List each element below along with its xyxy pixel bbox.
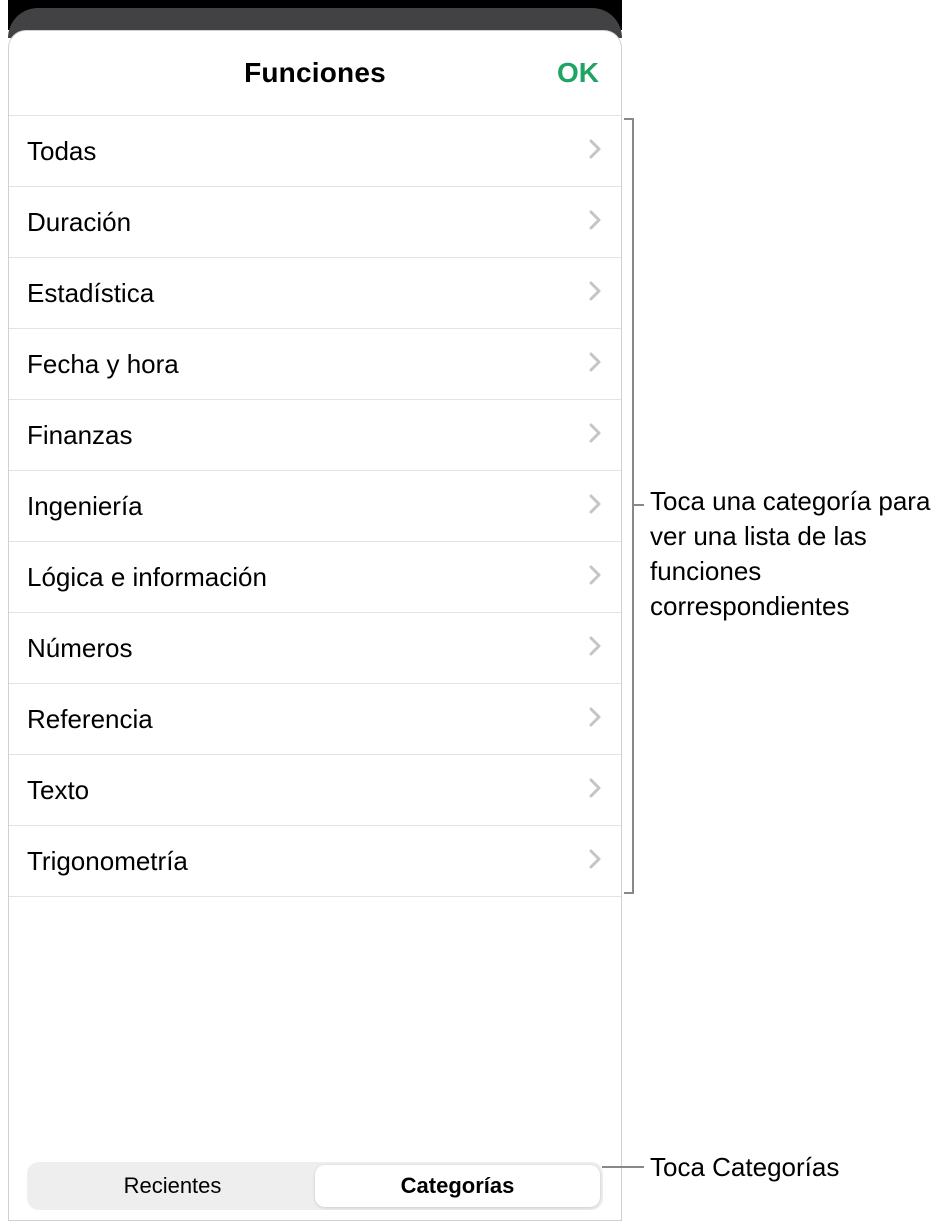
category-row[interactable]: Finanzas — [9, 400, 621, 471]
category-label: Duración — [27, 207, 131, 238]
category-label: Ingeniería — [27, 491, 143, 522]
category-row[interactable]: Todas — [9, 116, 621, 187]
category-row[interactable]: Duración — [9, 187, 621, 258]
panel-title: Funciones — [244, 57, 386, 89]
segmented-control: Recientes Categorías — [27, 1162, 603, 1210]
chevron-right-icon — [589, 636, 603, 660]
functions-panel: Funciones OK Todas Duración Estadística Fec… — [8, 30, 622, 1221]
callout-list: Toca una categoría para ver una lista de… — [650, 484, 940, 624]
chevron-right-icon — [589, 565, 603, 589]
category-label: Referencia — [27, 704, 153, 735]
category-row[interactable]: Estadística — [9, 258, 621, 329]
category-row[interactable]: Lógica e información — [9, 542, 621, 613]
chevron-right-icon — [589, 494, 603, 518]
segment-recent[interactable]: Recientes — [30, 1165, 315, 1207]
category-label: Lógica e información — [27, 562, 267, 593]
category-row[interactable]: Texto — [9, 755, 621, 826]
category-label: Números — [27, 633, 132, 664]
chevron-right-icon — [589, 139, 603, 163]
chevron-right-icon — [589, 707, 603, 731]
segment-recent-label: Recientes — [124, 1173, 222, 1199]
chevron-right-icon — [589, 210, 603, 234]
category-row[interactable]: Números — [9, 613, 621, 684]
category-label: Finanzas — [27, 420, 133, 451]
chevron-right-icon — [589, 778, 603, 802]
callout-line — [602, 1166, 644, 1168]
category-label: Trigonometría — [27, 846, 188, 877]
callout-bracket — [624, 892, 634, 894]
category-row[interactable]: Fecha y hora — [9, 329, 621, 400]
category-row[interactable]: Referencia — [9, 684, 621, 755]
callout-bracket — [632, 118, 634, 894]
ok-button[interactable]: OK — [557, 57, 599, 89]
callout-segmented: Toca Categorías — [650, 1150, 940, 1185]
panel-header: Funciones OK — [9, 31, 621, 115]
segment-categories-label: Categorías — [401, 1173, 515, 1199]
chevron-right-icon — [589, 423, 603, 447]
chevron-right-icon — [589, 352, 603, 376]
category-label: Todas — [27, 136, 96, 167]
category-label: Fecha y hora — [27, 349, 179, 380]
category-label: Estadística — [27, 278, 154, 309]
category-label: Texto — [27, 775, 89, 806]
chevron-right-icon — [589, 281, 603, 305]
category-list: Todas Duración Estadística Fecha y hora Fina… — [9, 115, 621, 897]
callout-bracket — [632, 504, 644, 506]
category-row[interactable]: Trigonometría — [9, 826, 621, 897]
segment-categories[interactable]: Categorías — [315, 1165, 600, 1207]
category-row[interactable]: Ingeniería — [9, 471, 621, 542]
chevron-right-icon — [589, 849, 603, 873]
callout-bracket — [624, 118, 634, 120]
